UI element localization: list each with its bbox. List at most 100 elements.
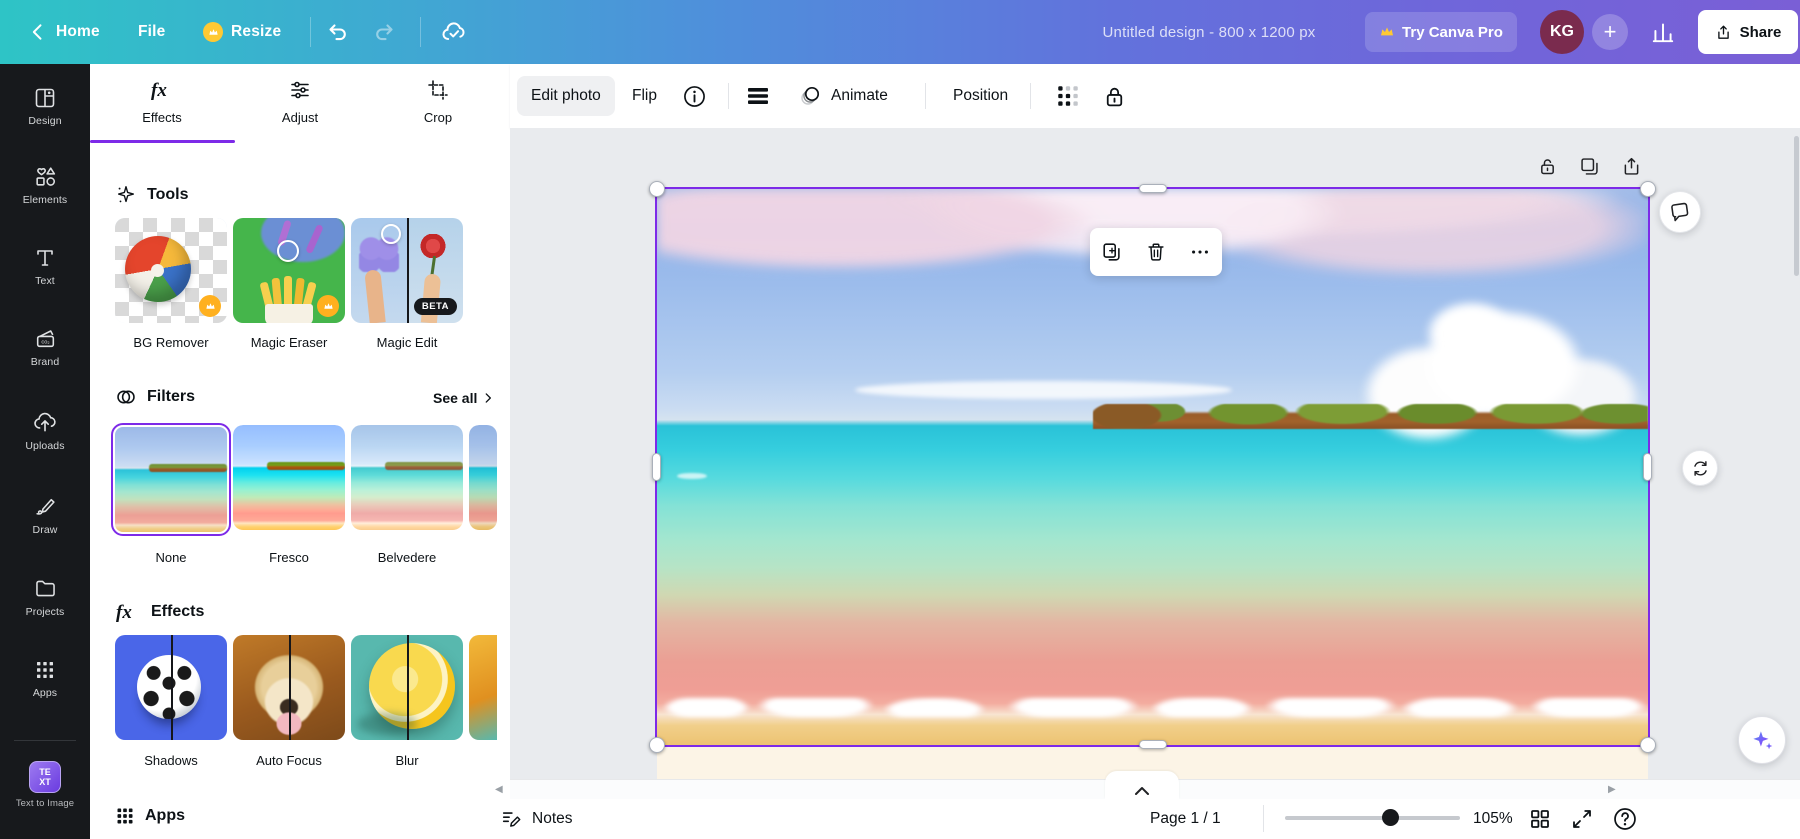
lock-element-button[interactable] xyxy=(1533,152,1561,180)
share-button[interactable]: Share xyxy=(1698,10,1798,54)
sidebar-label: Elements xyxy=(23,194,68,206)
effect-card-shadows[interactable] xyxy=(115,635,227,740)
scroll-right-arrow[interactable]: ▶ xyxy=(1608,784,1616,795)
more-options-button[interactable] xyxy=(1183,235,1217,269)
tool-card-bg-remover[interactable] xyxy=(115,218,227,323)
resize-handle-left[interactable] xyxy=(652,453,661,481)
sidebar-item-uploads[interactable]: Uploads xyxy=(0,409,90,452)
sidebar-item-text[interactable]: Text xyxy=(0,246,90,287)
effect-card-partial[interactable] xyxy=(469,635,497,740)
filter-preview xyxy=(115,427,227,532)
page-indicator[interactable]: Page 1 / 1 xyxy=(1150,799,1221,839)
back-home-chevron[interactable] xyxy=(28,0,48,64)
svg-text:fx: fx xyxy=(116,602,132,623)
effect-card-blur[interactable] xyxy=(351,635,463,740)
resize-handle-bottom-right[interactable] xyxy=(1640,737,1656,753)
filter-thumb-fresco[interactable] xyxy=(233,425,345,530)
filter-thumb-none[interactable] xyxy=(111,423,231,536)
resize-handle-bottom[interactable] xyxy=(1139,740,1167,749)
animate-button[interactable]: Animate xyxy=(798,64,888,128)
resize-handle-bottom-left[interactable] xyxy=(649,737,665,753)
topbar-separator xyxy=(420,17,421,47)
filter-preview xyxy=(233,425,345,530)
tool-card-label: Magic Edit xyxy=(348,335,466,350)
resize-handle-top[interactable] xyxy=(1139,184,1167,193)
info-button[interactable] xyxy=(682,64,707,128)
sidebar-item-brand[interactable]: co₂ Brand xyxy=(0,326,90,368)
scroll-left-arrow[interactable]: ◀ xyxy=(495,784,503,795)
redo-button[interactable] xyxy=(372,0,396,64)
split-divider xyxy=(407,635,409,740)
filters-see-all-link[interactable]: See all xyxy=(433,390,495,406)
comment-fab[interactable] xyxy=(1656,188,1703,235)
zoom-percent-label: 105% xyxy=(1473,810,1513,828)
zoom-slider-track[interactable] xyxy=(1285,816,1460,820)
delete-button[interactable] xyxy=(1139,235,1173,269)
soccer-ball-graphic xyxy=(137,655,201,719)
try-canva-pro-button[interactable]: Try Canva Pro xyxy=(1365,12,1517,52)
filter-thumb-belvedere[interactable] xyxy=(351,425,463,530)
tool-card-magic-eraser[interactable] xyxy=(233,218,345,323)
duplicate-page-button[interactable] xyxy=(1575,152,1603,180)
canva-editor: Home File Resize Untitled design - 800 x… xyxy=(0,0,1800,839)
avatar[interactable]: KG xyxy=(1540,10,1584,54)
chevron-left-icon xyxy=(28,22,48,42)
filter-label: Fresco xyxy=(230,550,348,565)
notes-button[interactable]: Notes xyxy=(500,799,573,839)
save-status-button[interactable] xyxy=(440,0,468,64)
resize-handle-top-right[interactable] xyxy=(1640,181,1656,197)
design-title[interactable]: Untitled design - 800 x 1200 px xyxy=(1084,0,1334,64)
filter-label: Belvedere xyxy=(348,550,466,565)
undo-button[interactable] xyxy=(326,0,350,64)
filter-thumb-partial[interactable] xyxy=(469,425,497,530)
canvas-area[interactable] xyxy=(510,128,1800,839)
file-menu-button[interactable]: File xyxy=(138,0,166,64)
zoom-slider-thumb[interactable] xyxy=(1382,809,1399,826)
sidebar-item-apps[interactable]: Apps xyxy=(0,658,90,699)
position-button[interactable]: Position xyxy=(953,64,1008,128)
zoom-percent[interactable]: 105% xyxy=(1473,799,1513,839)
assistant-fab[interactable] xyxy=(1738,716,1786,764)
topbar-separator xyxy=(310,17,311,47)
sidebar-item-elements[interactable]: Elements xyxy=(0,164,90,206)
transparency-button[interactable] xyxy=(1055,64,1081,128)
sidebar-item-draw[interactable]: Draw xyxy=(0,494,90,536)
effect-card-auto-focus[interactable] xyxy=(233,635,345,740)
collapse-bottom-tab[interactable] xyxy=(1105,771,1179,799)
top-bar: Home File Resize Untitled design - 800 x… xyxy=(0,0,1800,64)
duplicate-button[interactable] xyxy=(1095,235,1129,269)
draw-icon xyxy=(33,494,58,519)
crown-badge xyxy=(317,295,339,317)
flip-button[interactable]: Flip xyxy=(632,64,657,128)
apps-grid-icon xyxy=(33,658,57,682)
resize-button[interactable]: Resize xyxy=(203,0,281,64)
canvas-vertical-scrollbar[interactable] xyxy=(1794,136,1799,276)
tab-crop[interactable]: Crop xyxy=(378,78,498,125)
lock-button[interactable] xyxy=(1102,64,1127,128)
sidebar-item-text-to-image[interactable]: TEXT Text to Image xyxy=(0,761,90,809)
split-divider xyxy=(289,635,291,740)
edit-photo-button[interactable]: Edit photo xyxy=(517,76,615,116)
help-button[interactable] xyxy=(1612,806,1638,832)
tab-adjust[interactable]: Adjust xyxy=(240,78,360,125)
insights-button[interactable] xyxy=(1650,0,1676,64)
trash-icon xyxy=(1145,241,1167,263)
crop-icon xyxy=(426,78,450,102)
add-member-button[interactable]: + xyxy=(1592,14,1628,50)
effects-panel: fx Effects Adjust Crop xyxy=(90,64,510,839)
rotate-handle-fab[interactable] xyxy=(1682,450,1718,486)
tool-card-magic-edit[interactable]: BETA xyxy=(351,218,463,323)
fullscreen-button[interactable] xyxy=(1570,807,1594,831)
resize-handle-right[interactable] xyxy=(1643,453,1652,481)
layers-button[interactable] xyxy=(746,64,770,128)
sidebar-item-design[interactable]: Design xyxy=(0,86,90,127)
section-title: Apps xyxy=(145,807,185,825)
grid-view-button[interactable] xyxy=(1528,807,1552,831)
tab-effects[interactable]: fx Effects xyxy=(102,78,222,125)
redo-icon xyxy=(372,20,396,44)
export-element-button[interactable] xyxy=(1617,152,1645,180)
home-button[interactable]: Home xyxy=(56,0,100,64)
resize-handle-top-left[interactable] xyxy=(649,181,665,197)
sidebar-item-projects[interactable]: Projects xyxy=(0,576,90,618)
sidebar-label: Apps xyxy=(33,687,57,699)
